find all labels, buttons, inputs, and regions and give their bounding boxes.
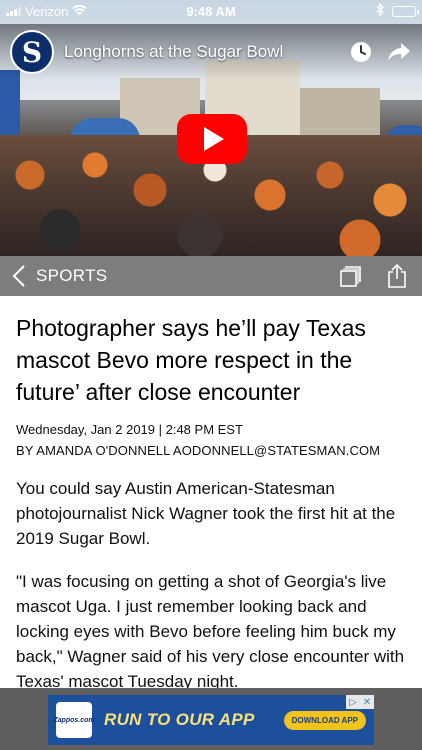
ad-choices-icon[interactable]: ▷: [346, 695, 360, 709]
status-bar: Verizon 9:48 AM: [0, 0, 422, 22]
ad-close-icon[interactable]: ✕: [360, 695, 374, 709]
wifi-icon: [72, 4, 88, 19]
carrier-name: Verizon: [25, 3, 69, 19]
article-paragraph: You could say Austin American-Statesman …: [16, 479, 396, 548]
cellular-signal-icon: [6, 6, 21, 16]
ad-bar: Zappos.com RUN TO OUR APP DOWNLOAD APP ▷…: [0, 688, 422, 750]
ad-download-button[interactable]: DOWNLOAD APP: [283, 710, 366, 730]
article: Photographer says he’ll pay Texas mascot…: [16, 312, 412, 694]
status-time: 9:48 AM: [186, 3, 236, 19]
share-icon[interactable]: [386, 39, 412, 65]
section-nav-bar: SPORTS: [0, 256, 422, 296]
video-title[interactable]: Longhorns at the Sugar Bowl: [64, 42, 336, 62]
play-icon: [204, 127, 224, 151]
article-byline[interactable]: BY AMANDA O'DONNELL AODONNELL@STATESMAN.…: [16, 443, 412, 458]
ad-choices[interactable]: ▷ ✕: [346, 695, 374, 709]
bluetooth-icon: [376, 2, 384, 19]
ad-logo: Zappos.com: [53, 702, 95, 738]
ad-headline: RUN TO OUR APP: [104, 710, 255, 729]
share-icon[interactable]: [384, 263, 410, 289]
battery-icon: [392, 5, 419, 17]
article-date: Wednesday, Jan 2 2019 | 2:48 PM EST: [16, 422, 243, 437]
back-chevron-icon[interactable]: [12, 264, 30, 288]
watch-later-icon[interactable]: [348, 39, 374, 65]
gallery-icon[interactable]: [338, 263, 364, 289]
article-paragraph: "I was focusing on getting a shot of Geo…: [16, 572, 405, 691]
video-title-bar: S Longhorns at the Sugar Bowl: [0, 24, 422, 80]
article-headline: Photographer says he’ll pay Texas mascot…: [16, 315, 366, 405]
video-player[interactable]: Verizon 9:48 AM S Longhorns at the Sugar…: [0, 0, 422, 256]
video-frame-building: [300, 88, 380, 138]
channel-logo[interactable]: S: [10, 30, 54, 74]
section-label[interactable]: SPORTS: [36, 266, 318, 286]
banner-ad[interactable]: Zappos.com RUN TO OUR APP DOWNLOAD APP ▷…: [48, 695, 374, 745]
play-button[interactable]: [177, 114, 247, 164]
